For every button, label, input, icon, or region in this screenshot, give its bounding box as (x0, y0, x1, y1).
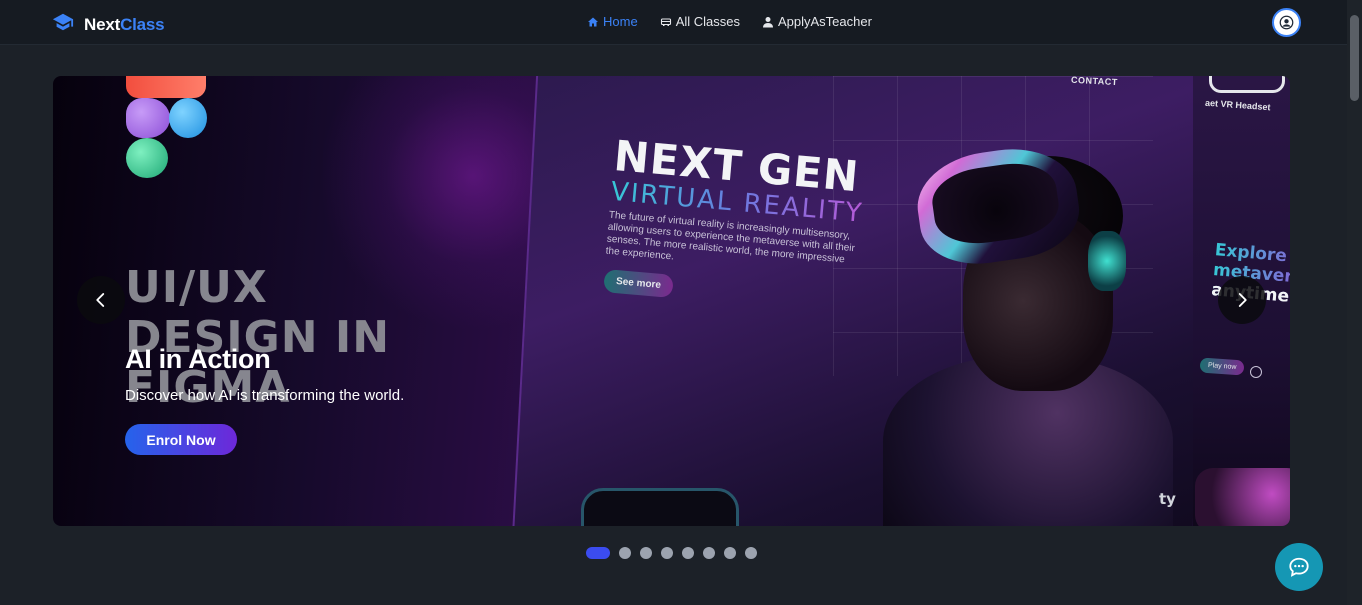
mockup-play-now-pill: Play now (1199, 357, 1245, 376)
mockup-tile-top-right (1209, 76, 1285, 93)
page-scrollbar[interactable] (1347, 0, 1362, 605)
carousel-dot-8[interactable] (745, 547, 757, 559)
slide-title: AI in Action (125, 344, 271, 374)
home-icon (588, 17, 598, 26)
mockup-tile-bottom (581, 488, 739, 526)
navbar: NextClass Home All Classes ApplyAsTeache… (0, 0, 1347, 45)
nav-all-classes-label: All Classes (675, 14, 740, 29)
vr-headline-block: NEXT GEN VIRTUAL REALITY The future of v… (605, 131, 868, 280)
scrollbar-thumb[interactable] (1350, 15, 1359, 101)
mockup-partial-word: ty (1159, 490, 1176, 508)
headphone-graphic (1088, 231, 1126, 291)
user-icon (762, 16, 773, 27)
figma-logo-shape-top (126, 76, 206, 98)
design-heading-line1: UI/UX (125, 262, 268, 313)
figma-logo-shape-green (126, 138, 168, 178)
nav-apply-teacher-label: ApplyAsTeacher (777, 14, 872, 29)
nav-home-label: Home (603, 14, 638, 29)
mockup-tile-bottom-right (1195, 468, 1290, 526)
figma-logo-shape-purple (126, 98, 170, 138)
chevron-left-icon (96, 293, 105, 307)
chat-bubble-icon (1289, 557, 1309, 577)
brand-name: NextClass (84, 14, 165, 35)
brand-logo[interactable]: NextClass (52, 11, 165, 38)
figma-logo-shape-blue (169, 98, 207, 138)
carousel-dot-3[interactable] (640, 547, 652, 559)
classes-icon (660, 17, 671, 26)
carousel-prev-button[interactable] (77, 276, 125, 324)
nav-apply-teacher[interactable]: ApplyAsTeacher (762, 14, 872, 29)
nav-all-classes[interactable]: All Classes (660, 14, 740, 29)
carousel-dot-1[interactable] (586, 547, 610, 559)
hero-carousel: UI/UX DESIGN IN FIGMA CONTACT NEXT GEN V… (53, 76, 1290, 526)
brand-name-part2: Class (120, 14, 165, 34)
slide-description: Discover how AI is transforming the worl… (125, 387, 405, 404)
carousel-dot-2[interactable] (619, 547, 631, 559)
nav-home[interactable]: Home (587, 14, 638, 29)
carousel-dot-4[interactable] (661, 547, 673, 559)
user-circle-icon (1279, 15, 1294, 30)
enrol-now-button[interactable]: Enrol Now (125, 424, 237, 455)
main-nav: Home All Classes ApplyAsTeacher (587, 14, 872, 29)
carousel-dot-5[interactable] (682, 547, 694, 559)
vr-person-illustration (883, 116, 1173, 526)
carousel-dot-7[interactable] (724, 547, 736, 559)
carousel-next-button[interactable] (1218, 276, 1266, 324)
profile-avatar[interactable] (1272, 8, 1301, 37)
carousel-dot-6[interactable] (703, 547, 715, 559)
graduation-cap-icon (52, 11, 74, 38)
chat-button[interactable] (1275, 543, 1323, 591)
carousel-pagination (586, 547, 757, 559)
chevron-right-icon (1238, 293, 1247, 307)
brand-name-part1: Next (84, 14, 121, 34)
play-circle-icon (1250, 366, 1262, 378)
